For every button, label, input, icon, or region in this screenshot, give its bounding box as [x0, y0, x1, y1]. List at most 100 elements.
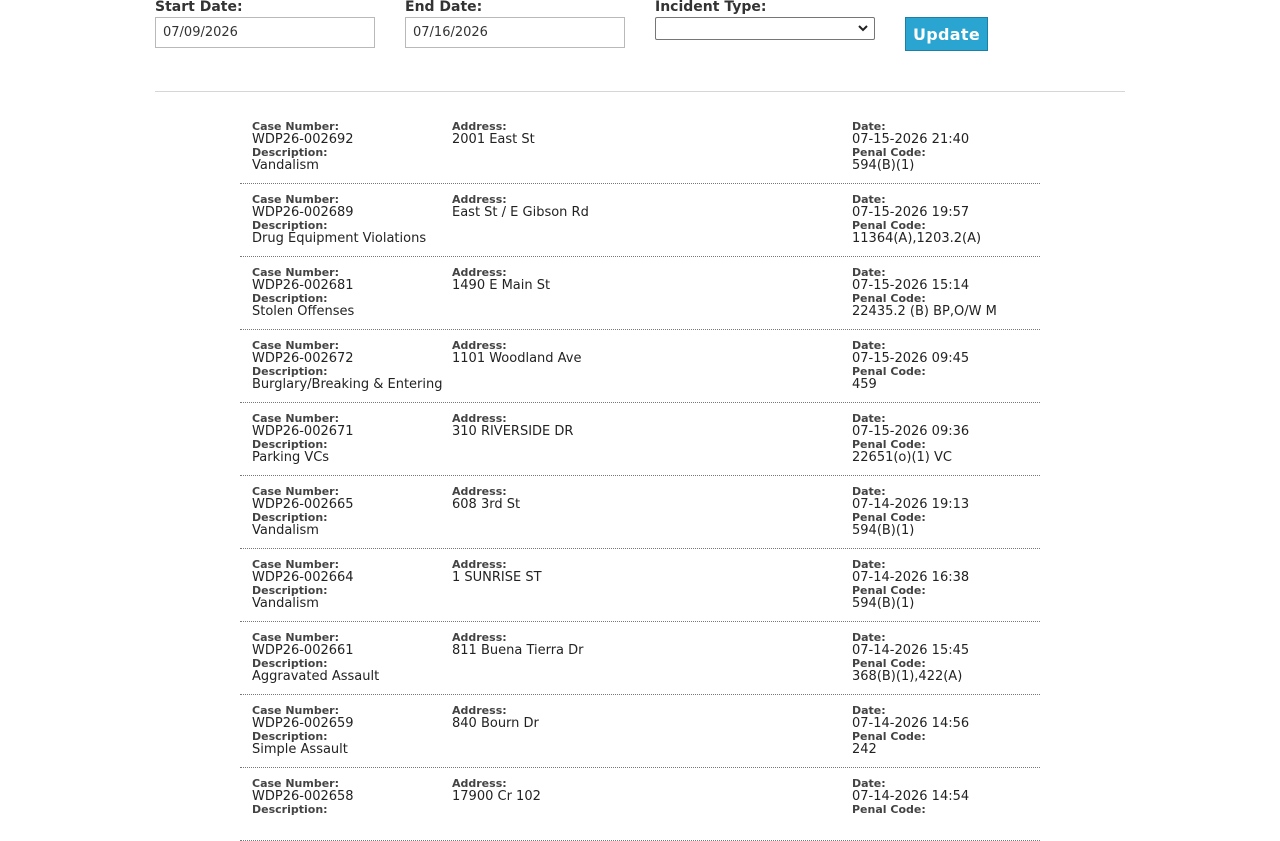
penal-code-label: Penal Code:	[852, 803, 926, 816]
start-date-input[interactable]	[155, 17, 375, 48]
case-number-value: WDP26-002661	[252, 643, 354, 658]
date-column: Date: 07-15-2026 09:36 Penal Code: 22651…	[852, 413, 969, 465]
incident-type-label: Incident Type:	[655, 0, 767, 15]
case-number-value: WDP26-002664	[252, 570, 354, 585]
end-date-label: End Date:	[405, 0, 483, 15]
case-column: Case Number: WDP26-002661 Description: A…	[252, 632, 379, 684]
address-value: 608 3rd St	[452, 497, 521, 512]
address-column: Address: 1 SUNRISE ST	[452, 559, 542, 585]
penal-code-value: 594(B)(1)	[852, 523, 915, 538]
address-value: 811 Buena Tierra Dr	[452, 643, 584, 658]
chevron-down-icon	[858, 25, 868, 32]
date-value: 07-15-2026 15:14	[852, 278, 970, 293]
case-number-value: WDP26-002692	[252, 132, 354, 147]
filter-bar: Start Date: End Date: Incident Type: Upd…	[155, 0, 1125, 92]
case-column: Case Number: WDP26-002671 Description: P…	[252, 413, 354, 465]
date-column: Date: 07-14-2026 15:45 Penal Code: 368(B…	[852, 632, 969, 684]
description-value: Stolen Offenses	[252, 304, 355, 319]
date-column: Date: 07-15-2026 19:57 Penal Code: 11364…	[852, 194, 981, 246]
penal-code-value: 459	[852, 377, 877, 392]
address-value: 17900 Cr 102	[452, 789, 541, 804]
case-column: Case Number: WDP26-002681 Description: S…	[252, 267, 354, 319]
incident-row: Case Number: WDP26-002671 Description: P…	[240, 403, 1040, 476]
description-value: Vandalism	[252, 158, 319, 173]
description-value: Simple Assault	[252, 742, 348, 757]
address-column: Address: 17900 Cr 102	[452, 778, 541, 804]
date-value: 07-15-2026 09:45	[852, 351, 970, 366]
address-value: 1101 Woodland Ave	[452, 351, 582, 366]
case-column: Case Number: WDP26-002672 Description: B…	[252, 340, 443, 392]
incident-type-group: Incident Type:	[655, 0, 875, 40]
case-column: Case Number: WDP26-002689 Description: D…	[252, 194, 426, 246]
description-value: Burglary/Breaking & Entering	[252, 377, 443, 392]
case-column: Case Number: WDP26-002659 Description: S…	[252, 705, 354, 757]
address-column: Address: 811 Buena Tierra Dr	[452, 632, 584, 658]
description-value: Aggravated Assault	[252, 669, 380, 684]
date-column: Date: 07-14-2026 16:38 Penal Code: 594(B…	[852, 559, 969, 611]
update-button[interactable]: Update	[905, 17, 988, 51]
date-value: 07-15-2026 09:36	[852, 424, 970, 439]
incident-row: Case Number: WDP26-002692 Description: V…	[240, 111, 1040, 184]
incident-row: Case Number: WDP26-002659 Description: S…	[240, 695, 1040, 768]
description-label: Description:	[252, 803, 328, 816]
address-value: 840 Bourn Dr	[452, 716, 539, 731]
incident-row: Case Number: WDP26-002672 Description: B…	[240, 330, 1040, 403]
incident-list: Case Number: WDP26-002692 Description: V…	[240, 111, 1040, 841]
incident-type-select[interactable]	[655, 17, 875, 40]
incident-row: Case Number: WDP26-002661 Description: A…	[240, 622, 1040, 695]
address-column: Address: 840 Bourn Dr	[452, 705, 539, 731]
start-date-group: Start Date:	[155, 0, 375, 48]
date-value: 07-14-2026 14:56	[852, 716, 970, 731]
date-column: Date: 07-14-2026 19:13 Penal Code: 594(B…	[852, 486, 969, 538]
case-number-value: WDP26-002681	[252, 278, 354, 293]
case-number-value: WDP26-002671	[252, 424, 354, 439]
penal-code-value: 11364(A),1203.2(A)	[852, 231, 982, 246]
penal-code-value: 594(B)(1)	[852, 596, 915, 611]
date-value: 07-14-2026 15:45	[852, 643, 970, 658]
description-value	[252, 816, 354, 830]
divider	[155, 91, 1125, 92]
end-date-input[interactable]	[405, 17, 625, 48]
date-column: Date: 07-14-2026 14:56 Penal Code: 242	[852, 705, 969, 757]
incident-row: Case Number: WDP26-002689 Description: D…	[240, 184, 1040, 257]
address-value: 2001 East St	[452, 132, 535, 147]
case-column: Case Number: WDP26-002664 Description: V…	[252, 559, 354, 611]
case-number-value: WDP26-002658	[252, 789, 354, 804]
incident-row: Case Number: WDP26-002665 Description: V…	[240, 476, 1040, 549]
date-column: Date: 07-15-2026 09:45 Penal Code: 459	[852, 340, 969, 392]
case-number-value: WDP26-002659	[252, 716, 354, 731]
date-value: 07-14-2026 16:38	[852, 570, 970, 585]
end-date-group: End Date:	[405, 0, 625, 48]
start-date-label: Start Date:	[155, 0, 243, 15]
penal-code-value: 368(B)(1),422(A)	[852, 669, 963, 684]
address-value: 1 SUNRISE ST	[452, 570, 542, 585]
address-column: Address: 310 RIVERSIDE DR	[452, 413, 573, 439]
description-value: Drug Equipment Violations	[252, 231, 427, 246]
penal-code-value: 22651(o)(1) VC	[852, 450, 952, 465]
incident-row: Case Number: WDP26-002681 Description: S…	[240, 257, 1040, 330]
date-value: 07-14-2026 19:13	[852, 497, 970, 512]
description-value: Vandalism	[252, 523, 319, 538]
case-number-value: WDP26-002665	[252, 497, 354, 512]
case-column: Case Number: WDP26-002692 Description: V…	[252, 121, 354, 173]
incident-row: Case Number: WDP26-002664 Description: V…	[240, 549, 1040, 622]
case-column: Case Number: WDP26-002658 Description:	[252, 778, 354, 830]
date-value: 07-15-2026 19:57	[852, 205, 970, 220]
penal-code-value: 242	[852, 742, 877, 757]
penal-code-value	[852, 816, 969, 830]
address-column: Address: 1490 E Main St	[452, 267, 550, 293]
penal-code-value: 594(B)(1)	[852, 158, 915, 173]
case-number-value: WDP26-002672	[252, 351, 354, 366]
date-value: 07-15-2026 21:40	[852, 132, 970, 147]
date-value: 07-14-2026 14:54	[852, 789, 970, 804]
incident-row: Case Number: WDP26-002658 Description: A…	[240, 768, 1040, 841]
address-value: 1490 E Main St	[452, 278, 551, 293]
address-column: Address: 1101 Woodland Ave	[452, 340, 582, 366]
address-column: Address: 2001 East St	[452, 121, 535, 147]
penal-code-value: 22435.2 (B) BP,O/W M	[852, 304, 997, 319]
address-value: East St / E Gibson Rd	[452, 205, 589, 220]
date-column: Date: 07-15-2026 15:14 Penal Code: 22435…	[852, 267, 997, 319]
address-value: 310 RIVERSIDE DR	[452, 424, 574, 439]
description-value: Parking VCs	[252, 450, 330, 465]
case-column: Case Number: WDP26-002665 Description: V…	[252, 486, 354, 538]
